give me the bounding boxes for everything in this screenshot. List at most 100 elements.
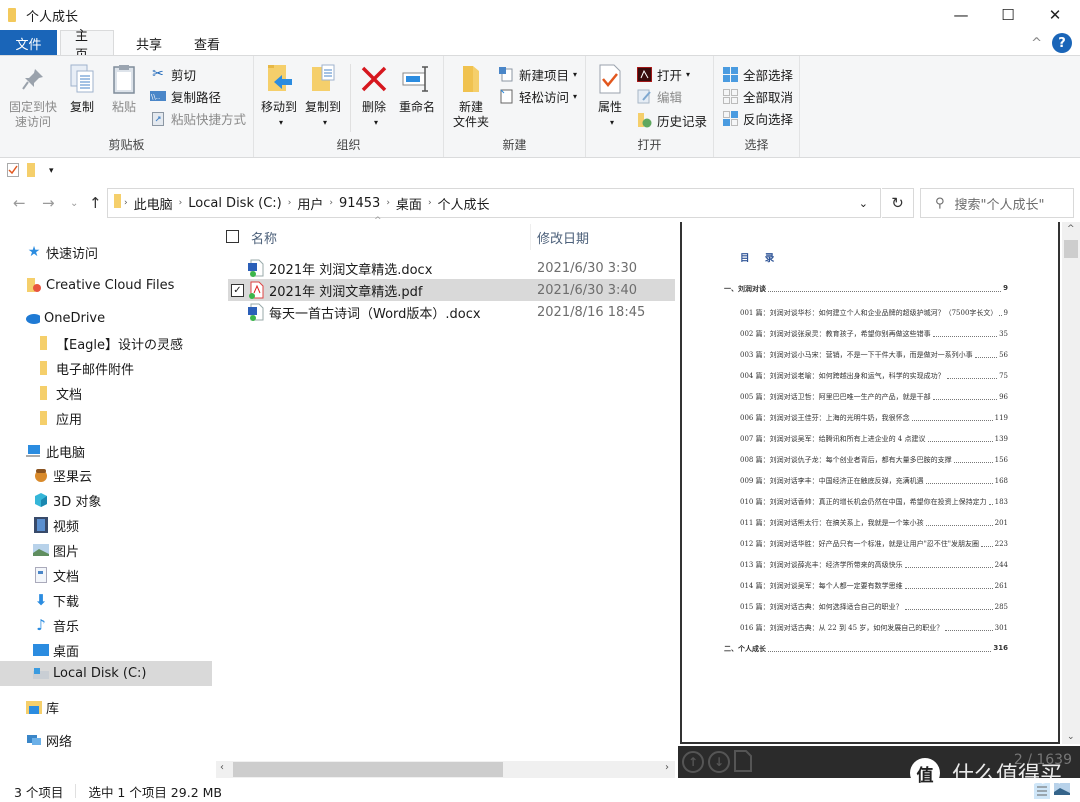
copy-to-button[interactable]: 复制到 ▾ — [302, 62, 344, 130]
select-all-button[interactable]: 全部选择 — [722, 64, 793, 84]
properties-button[interactable]: 属性 ▾ — [592, 62, 628, 130]
back-button[interactable]: ← — [13, 194, 26, 212]
previous-page-button[interactable]: ↑ — [682, 751, 704, 773]
toc-entry-text: 006 篇：刘润对谈王佳芬：上海的光明牛奶，我很怀念 — [740, 414, 910, 422]
copy-button[interactable]: 复制 — [64, 62, 100, 115]
nav-pc-item[interactable]: ♪ 音乐 — [0, 613, 212, 637]
nav-pc-item-selected[interactable]: Local Disk (C:) — [0, 661, 212, 686]
file-row[interactable]: 每天一首古诗词（Word版本）.docx 2021/8/16 18:45 — [228, 301, 675, 323]
edit-icon — [636, 88, 652, 104]
tab-view[interactable]: 查看 — [180, 30, 234, 56]
new-item-button[interactable]: 新建项目 ▾ — [498, 64, 577, 84]
selection-info: 选中 1 个项目 29.2 MB — [88, 784, 222, 800]
nav-libraries[interactable]: 库 — [0, 695, 212, 719]
ribbon-tabs: 文件 主页 共享 查看 ^ ? — [0, 29, 1080, 63]
scroll-right-arrow[interactable]: › — [665, 762, 669, 773]
search-box[interactable]: ⚲ 搜索"个人成长" — [920, 188, 1074, 218]
cut-button[interactable]: ✂ 剪切 — [150, 64, 196, 84]
forward-button[interactable]: → — [42, 194, 55, 212]
row-checkbox-checked[interactable]: ✓ — [231, 283, 244, 297]
qat-new-folder-icon[interactable] — [27, 162, 37, 180]
toc-entry-text: 011 篇：刘润对话熊太行：在搞关系上，我就是一个笨小孩 — [740, 519, 924, 527]
preview-vertical-scrollbar[interactable]: ^ ⌄ — [1062, 222, 1080, 744]
nav-network[interactable]: 网络 — [0, 728, 212, 752]
file-row[interactable]: 2021年 刘润文章精选.docx 2021/6/30 3:30 — [228, 257, 675, 279]
page-icon[interactable] — [734, 749, 752, 775]
quick-access-toolbar: ▾ — [0, 158, 1080, 184]
edit-button[interactable]: 编辑 — [636, 86, 682, 106]
column-header-date[interactable]: 修改日期 — [537, 228, 589, 247]
breadcrumb-user[interactable]: 91453 — [335, 196, 384, 211]
scroll-up-arrow[interactable]: ^ — [1067, 224, 1075, 234]
breadcrumb-users[interactable]: 用户 — [293, 194, 327, 213]
tab-share[interactable]: 共享 — [122, 30, 176, 56]
watermark-text: 什么值得买 — [952, 763, 1063, 788]
invert-selection-button[interactable]: 反向选择 — [722, 108, 793, 128]
pin-quick-access-button[interactable]: 固定到快 速访问 — [6, 62, 60, 130]
move-to-button[interactable]: 移动到 ▾ — [258, 62, 300, 130]
nav-pc-item[interactable]: 桌面 — [0, 638, 212, 662]
maximize-button[interactable]: ☐ — [985, 0, 1031, 30]
clipboard-icon — [108, 62, 140, 96]
nav-onedrive-item[interactable]: 【Eagle】设计の灵感 — [0, 331, 212, 355]
nav-pc-item[interactable]: ⬇ 下载 — [0, 588, 212, 612]
qat-customize-dropdown[interactable]: ▾ — [49, 166, 54, 176]
copy-path-button[interactable]: \\.. 复制路径 — [150, 86, 221, 106]
address-dropdown-icon[interactable]: ⌄ — [859, 197, 868, 210]
close-button[interactable]: ✕ — [1032, 0, 1078, 30]
easy-access-button[interactable]: 轻松访问 ▾ — [498, 86, 577, 106]
toc-entry: 013 篇：刘润对谈薛兆丰：经济学所带来的高级快乐 244 — [740, 560, 1008, 570]
minimize-button[interactable]: — — [938, 0, 984, 30]
tab-file[interactable]: 文件 — [0, 30, 57, 56]
toc-entry: 006 篇：刘润对谈王佳芬：上海的光明牛奶，我很怀念 119 — [740, 413, 1008, 423]
file-row-selected[interactable]: ✓ 2021年 刘润文章精选.pdf 2021/6/30 3:40 — [228, 279, 675, 301]
rename-icon — [401, 62, 433, 96]
breadcrumb-this-pc[interactable]: 此电脑 — [130, 194, 177, 213]
address-bar[interactable]: › 此电脑 › Local Disk (C:) › 用户 › 91453 › 桌… — [107, 188, 881, 218]
scroll-down-arrow[interactable]: ⌄ — [1067, 732, 1075, 742]
watermark-logo: 值 — [910, 758, 940, 788]
nav-onedrive-item[interactable]: 电子邮件附件 — [0, 356, 212, 380]
nav-onedrive-item[interactable]: 文档 — [0, 381, 212, 405]
breadcrumb-local-disk[interactable]: Local Disk (C:) — [184, 196, 285, 211]
tab-home[interactable]: 主页 — [60, 29, 114, 63]
creative-cloud-folder-icon — [26, 277, 42, 293]
ribbon: 固定到快 速访问 复制 粘贴 ✂ 剪切 \\.. 复制路径 粘贴快捷方式 剪贴板… — [0, 55, 1080, 158]
new-folder-button[interactable]: 新建 文件夹 — [450, 62, 492, 130]
qat-properties-icon[interactable] — [7, 162, 19, 180]
next-page-button[interactable]: ↓ — [708, 751, 730, 773]
recent-locations-dropdown[interactable]: ⌄ — [70, 198, 78, 209]
open-button[interactable]: 打开 ▾ — [636, 64, 690, 84]
nav-pc-item[interactable]: 图片 — [0, 538, 212, 562]
paste-button[interactable]: 粘贴 — [106, 62, 142, 115]
breadcrumb-desktop[interactable]: 桌面 — [392, 194, 426, 213]
column-header-name[interactable]: 名称 — [251, 228, 277, 247]
local-disk-icon — [33, 666, 49, 682]
nav-pc-item[interactable]: 文档 — [0, 563, 212, 587]
breadcrumb-current[interactable]: 个人成长 — [434, 194, 494, 213]
toc-entry-page: 56 — [999, 351, 1008, 359]
nav-this-pc[interactable]: 此电脑 — [0, 439, 212, 463]
nav-creative-cloud[interactable]: Creative Cloud Files — [0, 273, 212, 297]
delete-button[interactable]: 删除 ▾ — [356, 62, 392, 130]
up-button[interactable]: ↑ — [89, 194, 102, 212]
nav-quick-access[interactable]: ★ 快速访问 — [0, 240, 212, 264]
history-button[interactable]: 历史记录 — [636, 110, 707, 130]
horizontal-scrollbar[interactable]: ‹ › — [216, 761, 675, 778]
help-icon[interactable]: ? — [1052, 33, 1072, 53]
nav-onedrive-item[interactable]: 应用 — [0, 406, 212, 430]
nav-pc-item[interactable]: 3D 对象 — [0, 488, 212, 512]
collapse-ribbon-icon[interactable]: ^ — [1031, 36, 1042, 51]
select-none-button[interactable]: 全部取消 — [722, 86, 793, 106]
refresh-button[interactable]: ↻ — [882, 188, 914, 218]
navigation-row: ← → ⌄ ↑ › 此电脑 › Local Disk (C:) › 用户 › 9… — [0, 186, 1080, 220]
scrollbar-thumb[interactable] — [233, 762, 503, 777]
nav-pc-item[interactable]: 坚果云 — [0, 463, 212, 487]
scrollbar-thumb[interactable] — [1064, 240, 1078, 258]
scroll-left-arrow[interactable]: ‹ — [220, 762, 224, 773]
nav-onedrive[interactable]: OneDrive — [0, 306, 212, 330]
paste-shortcut-button[interactable]: 粘贴快捷方式 — [150, 108, 246, 128]
nav-pc-item[interactable]: 视频 — [0, 513, 212, 537]
select-all-checkbox[interactable] — [226, 230, 239, 243]
rename-button[interactable]: 重命名 — [396, 62, 438, 115]
